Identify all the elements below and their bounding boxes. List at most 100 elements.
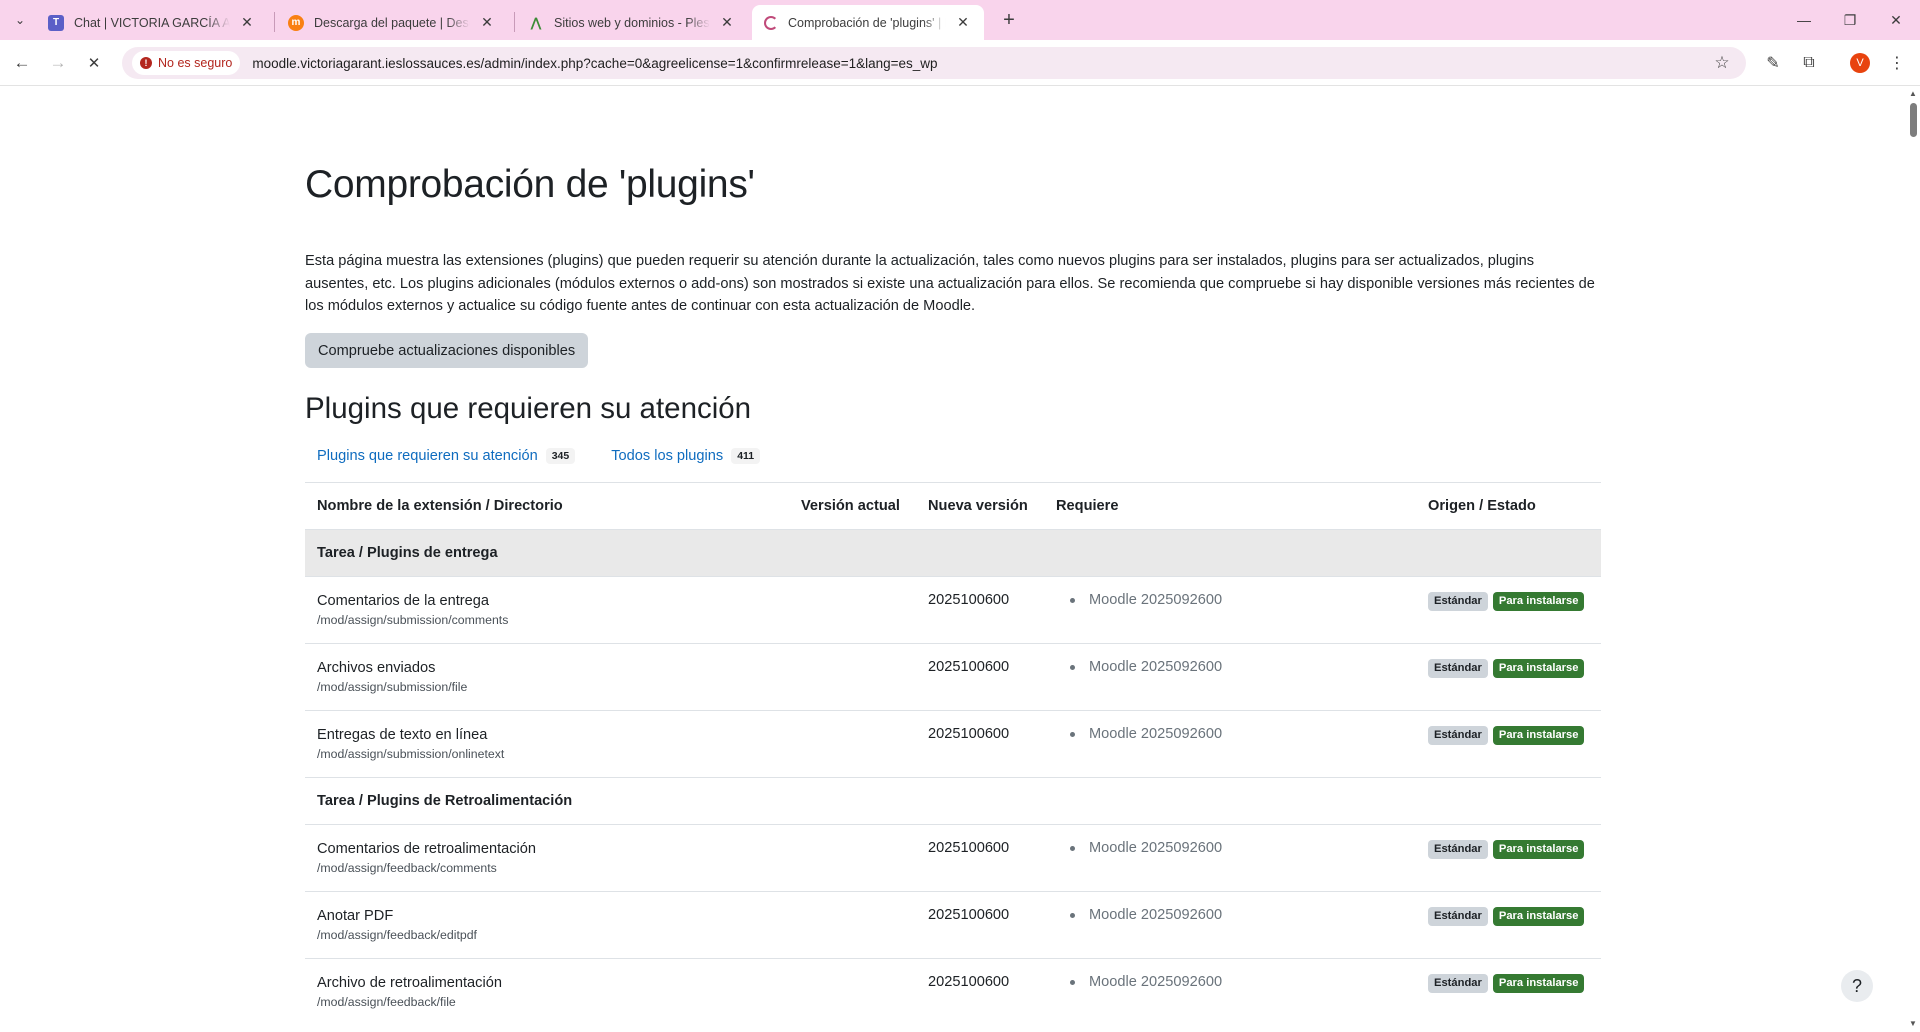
tab-search-chevron-icon[interactable]: ⌄ [8, 8, 32, 32]
new-version: 2025100600 [916, 643, 1044, 711]
extensions-puzzle-icon[interactable]: ⧉ [1797, 51, 1821, 75]
browser-tab-plugin-check[interactable]: Comprobación de 'plugins' | Mo ✕ [752, 5, 984, 40]
new-version: 2025100600 [916, 824, 1044, 892]
requirement-text: Moodle 2025092600 [1089, 907, 1223, 923]
table-header-row: Nombre de la extensión / Directorio Vers… [305, 482, 1601, 530]
minimize-window-button[interactable]: — [1781, 0, 1827, 40]
current-version [789, 576, 916, 644]
table-row: Comentarios de retroalimentación/mod/ass… [305, 824, 1601, 892]
scroll-up-arrow-icon[interactable]: ▲ [1909, 89, 1917, 98]
new-version: 2025100600 [916, 576, 1044, 644]
new-tab-button[interactable]: + [995, 8, 1023, 32]
tab-separator [274, 12, 275, 32]
requirement-text: Moodle 2025092600 [1089, 726, 1223, 742]
table-group-row: Tarea / Plugins de entrega [305, 529, 1601, 577]
loading-spinner-icon [764, 15, 778, 30]
group-label: Tarea / Plugins de Retroalimentación [305, 777, 1601, 825]
plugin-name: Anotar PDF [317, 908, 394, 924]
plugin-directory: /mod/assign/submission/comments [317, 613, 509, 627]
back-arrow-icon[interactable]: ← [10, 51, 34, 75]
table-row: Anotar PDF/mod/assign/feedback/editpdf 2… [305, 891, 1601, 959]
table-row: Archivos enviados/mod/assign/submission/… [305, 643, 1601, 711]
filter-attention-link[interactable]: Plugins que requieren su atención 345 [305, 448, 587, 464]
status-badge: Para instalarse [1492, 840, 1585, 859]
plugin-name: Comentarios de la entrega [317, 593, 489, 609]
table-group-row: Tarea / Plugins de Retroalimentación [305, 777, 1601, 825]
filter-label: Plugins que requieren su atención [317, 448, 538, 464]
url-text[interactable]: moodle.victoriagarant.ieslossauces.es/ad… [252, 56, 937, 71]
requirement-text: Moodle 2025092600 [1089, 974, 1223, 990]
browser-tab-plesk[interactable]: ⋀ Sitios web y dominios - Plesk - ... ✕ [516, 5, 748, 40]
source-badge: Estándar [1428, 592, 1488, 611]
scroll-thumb[interactable] [1910, 103, 1917, 137]
requirement-text: Moodle 2025092600 [1089, 592, 1223, 608]
close-tab-icon[interactable]: ✕ [954, 14, 972, 32]
new-version: 2025100600 [916, 710, 1044, 778]
browser-menu-icon[interactable]: ⋮ [1885, 51, 1909, 75]
tab-title: Descarga del paquete | Descarga [314, 15, 470, 30]
security-chip[interactable]: ! No es seguro [132, 51, 241, 75]
current-version [789, 643, 916, 711]
source-badge: Estándar [1428, 659, 1488, 678]
restore-window-button[interactable]: ❐ [1827, 0, 1873, 40]
filter-all-link[interactable]: Todos los plugins 411 [599, 448, 772, 464]
close-tab-icon[interactable]: ✕ [238, 14, 256, 32]
tab-title: Chat | VICTORIA GARCÍA ANTÓN [74, 15, 230, 30]
requirement-text: Moodle 2025092600 [1089, 840, 1223, 856]
bullet-icon [1070, 664, 1075, 670]
browser-tab-bar: ⌄ T Chat | VICTORIA GARCÍA ANTÓN ✕ m Des… [0, 0, 1920, 40]
address-bar[interactable]: ! No es seguro moodle.victoriagarant.ies… [122, 47, 1746, 79]
new-version: 2025100600 [916, 958, 1044, 1026]
requirement-item: Moodle 2025092600 [1056, 974, 1404, 990]
bookmark-star-icon[interactable]: ☆ [1712, 53, 1732, 73]
scroll-down-arrow-icon[interactable]: ▼ [1909, 1019, 1917, 1028]
close-window-button[interactable]: ✕ [1873, 0, 1919, 40]
requirement-item: Moodle 2025092600 [1056, 907, 1404, 923]
browser-tab-teams-chat[interactable]: T Chat | VICTORIA GARCÍA ANTÓN ✕ [36, 5, 268, 40]
current-version [789, 710, 916, 778]
status-badge: Para instalarse [1492, 659, 1585, 678]
column-header-new: Nueva versión [916, 482, 1044, 530]
count-badge: 345 [545, 448, 576, 464]
column-header-requires: Requiere [1044, 482, 1416, 530]
tab-title: Comprobación de 'plugins' | Mo [788, 15, 946, 30]
current-version [789, 824, 916, 892]
source-badge: Estándar [1428, 840, 1488, 859]
check-updates-button[interactable]: Compruebe actualizaciones disponibles [305, 333, 589, 368]
column-header-status: Origen / Estado [1416, 482, 1601, 530]
moodle-icon: m [288, 14, 304, 31]
browser-toolbar: ← → ✕ ! No es seguro moodle.victoriagara… [0, 40, 1920, 86]
plugins-table: Nombre de la extensión / Directorio Vers… [305, 482, 1601, 1026]
plugin-directory: /mod/assign/feedback/comments [317, 861, 497, 875]
bullet-icon [1070, 597, 1075, 603]
profile-avatar[interactable]: V [1850, 53, 1870, 73]
current-version [789, 958, 916, 1026]
plugin-directory: /mod/assign/feedback/editpdf [317, 928, 477, 942]
column-header-current: Versión actual [789, 482, 916, 530]
security-label: No es seguro [158, 56, 233, 70]
bullet-icon [1070, 731, 1075, 737]
status-badge: Para instalarse [1492, 726, 1585, 745]
table-row: Comentarios de la entrega/mod/assign/sub… [305, 576, 1601, 644]
plugin-directory: /mod/assign/feedback/file [317, 995, 456, 1009]
help-button[interactable]: ? [1841, 970, 1873, 1002]
page-scrollbar[interactable]: ▲ ▼ [1906, 87, 1920, 1032]
close-tab-icon[interactable]: ✕ [478, 14, 496, 32]
requirement-item: Moodle 2025092600 [1056, 592, 1404, 608]
pen-extension-icon[interactable]: ✎ [1761, 51, 1785, 75]
stop-loading-icon[interactable]: ✕ [82, 51, 106, 75]
close-tab-icon[interactable]: ✕ [718, 14, 736, 32]
forward-arrow-icon[interactable]: → [46, 51, 70, 75]
filter-label: Todos los plugins [611, 448, 724, 464]
page-title: Comprobación de 'plugins' [305, 163, 755, 206]
table-row: Entregas de texto en línea/mod/assign/su… [305, 710, 1601, 778]
group-label: Tarea / Plugins de entrega [305, 529, 1601, 577]
plugin-name: Archivo de retroalimentación [317, 975, 502, 991]
plugin-directory: /mod/assign/submission/file [317, 680, 468, 694]
browser-tab-download[interactable]: m Descarga del paquete | Descarga ✕ [276, 5, 508, 40]
tab-title: Sitios web y dominios - Plesk - ... [554, 15, 710, 30]
column-header-name: Nombre de la extensión / Directorio [305, 482, 789, 530]
plugin-directory: /mod/assign/submission/onlinetext [317, 747, 505, 761]
plugin-name: Archivos enviados [317, 660, 436, 676]
source-badge: Estándar [1428, 726, 1488, 745]
